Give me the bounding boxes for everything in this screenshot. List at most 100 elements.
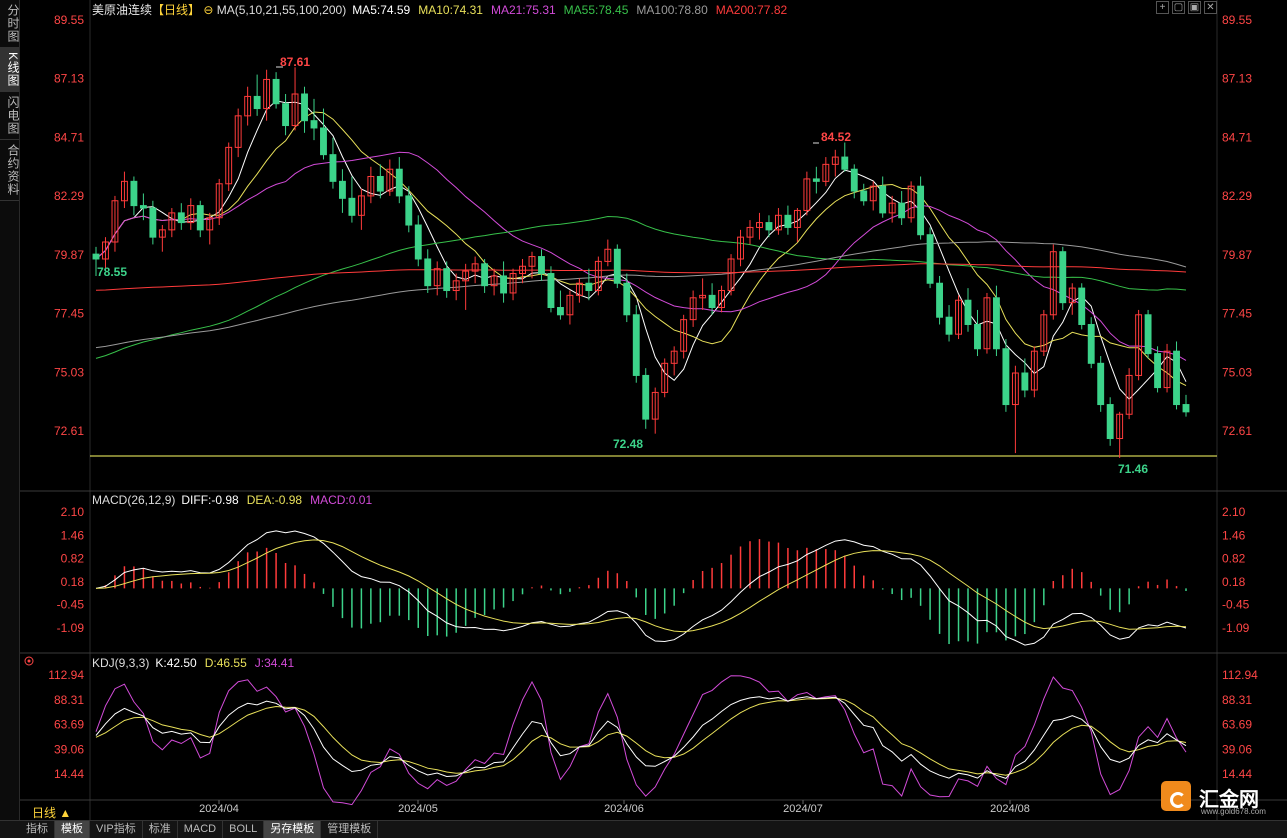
candle-down [481,263,489,287]
macd-tick-left: 1.46 [61,528,85,542]
ma21-value: MA21:75.31 [491,3,556,17]
candle-down [1182,404,1190,413]
macd-diff: DIFF:-0.98 [181,493,239,507]
restore-window-icon[interactable]: ▢ [1172,1,1185,14]
macd-tick-left: 0.82 [61,552,85,566]
candle-down [424,258,432,287]
candle-down [500,275,508,294]
candle-down [1021,372,1029,391]
ma10-value: MA10:74.31 [418,3,483,17]
candle-down [1059,251,1067,304]
kdj-tick-right: 63.69 [1222,718,1252,732]
kdj-d-line [95,697,1187,776]
candle-down [632,314,640,376]
low-annotation-2: 71.46 [1118,462,1148,476]
candle-down [405,195,413,226]
candle-down [860,190,868,202]
price-tick-left: 82.29 [54,189,84,203]
macd-tick-right: 0.18 [1222,575,1246,589]
candle-down [623,282,631,316]
price-tick-right: 79.87 [1222,248,1252,262]
macd-tick-right: 2.10 [1222,505,1246,519]
svg-text:美原油连续【日线】 ⊖ MA(5,10,21,55,100,: 美原油连续【日线】 ⊖ MA(5,10,21,55,100,200) MA5:74… [92,2,787,17]
candle-down [784,214,792,228]
low-annotation-1: 72.48 [613,437,643,451]
add-window-icon[interactable]: + [1156,1,1169,14]
candle-down [348,197,356,216]
kdj-title: KDJ(9,3,3) [92,656,149,670]
kdj-tick-right: 112.94 [1222,668,1258,682]
kdj-tick-left: 14.44 [54,767,84,781]
ma5-value: MA5:74.59 [352,3,410,17]
tab-manage-templates[interactable]: 管理模板 [321,821,379,838]
candle-down [177,212,185,224]
candle-down [320,127,327,156]
logo-icon [1161,781,1191,811]
candle-down [547,273,555,309]
candle-down [964,299,972,325]
close-window-icon[interactable]: ✕ [1204,1,1217,14]
tab-vip-indicators[interactable]: VIP指标 [90,821,143,838]
ma100-line [95,241,1187,349]
date-tick-label: 2024/04 [199,803,239,815]
maximize-window-icon[interactable]: ▣ [1188,1,1201,14]
macd-title: MACD(26,12,9) [92,493,175,507]
price-annotations: 87.61 84.52 72.48 71.46 78.55 [97,55,1148,476]
candle-down [812,178,820,182]
candle-down [395,168,403,197]
macd-tick-left: -0.45 [57,598,85,612]
candle-down [329,154,337,182]
kdj-tick-right: 39.06 [1222,742,1252,756]
candle-down [926,234,934,284]
date-tick-label: 2024/06 [604,803,644,815]
date-tick-label: 2024/08 [990,803,1030,815]
candle-down [310,120,318,129]
price-tick-right: 77.45 [1222,307,1252,321]
tab-macd[interactable]: MACD [178,821,224,838]
candle-down [272,78,280,105]
price-tick-left: 87.13 [54,72,84,86]
tab-indicators[interactable]: 指标 [20,821,55,838]
candle-down [765,222,773,231]
candle-down [1106,404,1114,440]
candle-down [376,175,384,192]
svg-text:KDJ(9,3,3)K:42.50D:46.55J:34.4: KDJ(9,3,3) K:42.50 D:46.55 J:34.41 [92,656,294,670]
price-tick-right: 75.03 [1222,365,1252,379]
kdj-j: J:34.41 [255,656,295,670]
price-tick-left: 89.55 [54,13,84,27]
logo-site: www.gold678.com [1201,807,1266,816]
candle-down [974,323,981,350]
kdj-axis: 112.94 112.94 88.31 88.31 63.69 63.69 39.06 39.… [48,668,1258,781]
candle-down [936,282,944,318]
kdj-tick-left: 112.94 [48,668,84,682]
macd-tick-right: 0.82 [1222,552,1246,566]
candle-down [130,180,138,207]
candle-down [301,93,308,122]
price-tick-right: 87.13 [1222,72,1252,86]
candle-down [92,253,100,260]
candle-down [196,205,204,231]
kline-chart[interactable]: 美原油连续【日线】 ⊖ MA(5,10,21,55,100,200) MA5:74… [0,0,1287,820]
price-tick-left: 72.61 [54,424,84,438]
candle-down [992,297,1000,350]
candle-down [613,248,621,284]
period-selector[interactable]: 日线 ▲ [32,804,71,821]
candle-down [585,282,593,292]
period-tag: 【日线】 [152,3,200,17]
tab-templates[interactable]: 模板 [55,821,90,838]
tab-standard[interactable]: 标准 [143,821,178,838]
start-annotation: 78.55 [97,265,127,279]
tab-save-template[interactable]: 另存模板 [264,821,322,838]
candle-down [917,185,925,236]
kdj-d: D:46.55 [205,656,247,670]
price-axis: 89.55 89.55 87.13 87.13 84.71 84.71 82.29 82.29… [54,13,1252,438]
candle-down [1154,353,1162,389]
candle-down [1087,323,1095,364]
candle-down [282,103,290,127]
settings-icon[interactable]: ⊖ [200,3,217,17]
candle-down [708,294,716,309]
candle-down [1144,314,1152,355]
ma200-value: MA200:77.82 [716,3,788,17]
macd-value: MACD:0.01 [310,493,372,507]
tab-boll[interactable]: BOLL [223,821,265,838]
